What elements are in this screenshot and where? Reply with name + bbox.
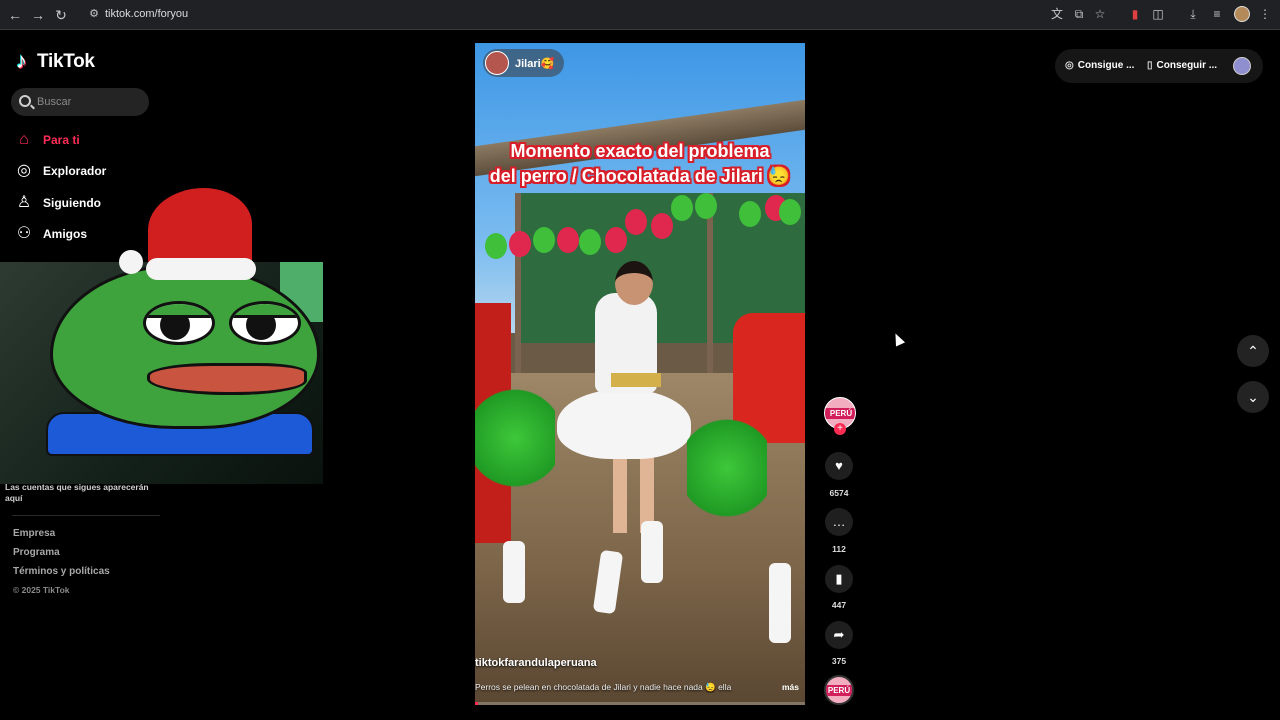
get-coins-button[interactable]: ◎ Consigue ... bbox=[1065, 60, 1134, 71]
browser-toolbar: ← → ↻ ⚙ tiktok.com/foryou 文 ⧉ ☆ ▮ ◫ ⤓ ≡ … bbox=[0, 0, 1280, 30]
get-app-button[interactable]: ▯ Conseguir ... bbox=[1147, 60, 1217, 71]
share-button[interactable]: ➦ bbox=[825, 621, 853, 649]
home-icon: ⌂ bbox=[19, 131, 29, 148]
like-button[interactable]: ♥ bbox=[825, 452, 853, 480]
following-icon: ♙ bbox=[16, 194, 32, 211]
sidebar-item-label: Siguiendo bbox=[43, 196, 101, 210]
sidebar-item-para-ti[interactable]: ⌂ Para ti bbox=[15, 129, 80, 151]
comment-count: 112 bbox=[832, 544, 846, 554]
back-icon[interactable]: ← bbox=[6, 6, 24, 24]
reload-icon[interactable]: ↻ bbox=[52, 6, 70, 24]
bookmark-icon: ▮ bbox=[835, 571, 843, 586]
copyright: © 2025 TikTok bbox=[13, 585, 70, 595]
save-count: 447 bbox=[831, 600, 847, 610]
extensions-puzzle-icon[interactable]: ◫ bbox=[1150, 6, 1166, 22]
get-app-label: Conseguir ... bbox=[1156, 60, 1218, 71]
next-video-button[interactable]: ⌄ bbox=[1237, 381, 1269, 413]
user-avatar[interactable] bbox=[1233, 57, 1251, 75]
streamer-webcam-overlay bbox=[0, 262, 323, 484]
site-info-icon[interactable]: ⚙ bbox=[87, 7, 101, 21]
footer-link-terminos[interactable]: Términos y políticas bbox=[13, 566, 110, 577]
music-disc-label: PERÚ bbox=[826, 685, 852, 696]
comment-icon: … bbox=[832, 514, 846, 529]
sidebar-item-label: Para ti bbox=[43, 133, 80, 147]
search-placeholder: Buscar bbox=[37, 96, 72, 108]
video-player[interactable]: Jilari🥰 Momento exacto del problema del … bbox=[475, 43, 805, 705]
video-caption-overlay: Momento exacto del problema del perro / … bbox=[485, 139, 795, 189]
video-username[interactable]: tiktokfarandulaperuana bbox=[475, 657, 597, 669]
phone-icon: ▯ bbox=[1147, 60, 1153, 71]
save-button[interactable]: ▮ bbox=[825, 565, 853, 593]
media-control-icon[interactable]: ≡ bbox=[1209, 6, 1225, 22]
sidebar-item-label: Amigos bbox=[43, 227, 88, 241]
url-text[interactable]: tiktok.com/foryou bbox=[105, 8, 188, 20]
like-count: 6574 bbox=[829, 488, 849, 498]
chevron-down-icon: ⌄ bbox=[1247, 389, 1259, 405]
browser-profile-avatar[interactable] bbox=[1234, 6, 1250, 22]
comment-button[interactable]: … bbox=[825, 508, 853, 536]
search-input[interactable]: Buscar bbox=[11, 88, 149, 116]
address-bar[interactable]: ⚙ tiktok.com/foryou bbox=[80, 4, 1120, 26]
download-icon[interactable]: ⤓ bbox=[1185, 6, 1201, 22]
friends-icon: ⚇ bbox=[16, 225, 32, 242]
santa-hat-icon bbox=[138, 188, 256, 280]
search-icon bbox=[19, 95, 31, 107]
browser-menu-icon[interactable]: ⋮ bbox=[1257, 6, 1273, 22]
caption-line-2: del perro / Chocolatada de Jilari 😓 bbox=[489, 166, 791, 186]
get-coins-label: Consigue ... bbox=[1077, 60, 1135, 71]
caption-line-1: Momento exacto del problema bbox=[510, 141, 770, 161]
santa-hat-pompom bbox=[119, 250, 143, 274]
bookmark-star-icon[interactable]: ☆ bbox=[1092, 6, 1108, 22]
sidebar-item-siguiendo[interactable]: ♙ Siguiendo bbox=[15, 192, 101, 214]
following-hint: Las cuentas que sigues aparecerán aquí bbox=[5, 482, 149, 503]
share-count: 375 bbox=[831, 656, 847, 666]
sidebar-item-amigos[interactable]: ⚇ Amigos bbox=[15, 223, 87, 245]
translate-icon[interactable]: 文 bbox=[1049, 6, 1065, 22]
sidebar-item-explorador[interactable]: ◎ Explorador bbox=[15, 160, 106, 182]
chevron-up-icon: ⌃ bbox=[1247, 343, 1259, 359]
compass-icon: ◎ bbox=[17, 162, 31, 179]
forward-icon[interactable]: → bbox=[29, 6, 47, 24]
extension-icon[interactable]: ▮ bbox=[1127, 6, 1143, 22]
video-progress-fill bbox=[475, 702, 479, 705]
video-progress-bar[interactable] bbox=[475, 702, 805, 705]
heart-icon: ♥ bbox=[835, 458, 843, 473]
more-link[interactable]: más bbox=[782, 682, 799, 692]
follow-plus-icon[interactable]: + bbox=[834, 423, 846, 435]
footer-link-programa[interactable]: Programa bbox=[13, 547, 60, 558]
install-app-icon[interactable]: ⧉ bbox=[1071, 6, 1087, 22]
avatar-label: PERÚ bbox=[825, 408, 855, 419]
coin-icon: ◎ bbox=[1065, 60, 1074, 71]
footer-link-empresa[interactable]: Empresa bbox=[13, 528, 55, 539]
tiktok-logo[interactable]: TikTok bbox=[16, 48, 95, 74]
sidebar-item-label: Explorador bbox=[43, 164, 107, 178]
top-actions-bar: ◎ Consigue ... ▯ Conseguir ... bbox=[1055, 49, 1263, 83]
video-description: Perros se pelean en chocolatada de Jilar… bbox=[475, 682, 732, 692]
tiktok-logo-icon bbox=[16, 48, 34, 74]
music-disc-icon[interactable]: PERÚ bbox=[824, 675, 854, 705]
mouse-cursor bbox=[890, 331, 906, 347]
creator-avatar[interactable] bbox=[485, 51, 509, 75]
creator-pill[interactable]: Jilari🥰 bbox=[483, 49, 565, 77]
share-icon: ➦ bbox=[833, 627, 845, 642]
sidebar-divider bbox=[12, 515, 160, 516]
creator-name[interactable]: Jilari🥰 bbox=[515, 57, 554, 70]
tiktok-logo-text: TikTok bbox=[37, 51, 95, 72]
previous-video-button[interactable]: ⌃ bbox=[1237, 335, 1269, 367]
